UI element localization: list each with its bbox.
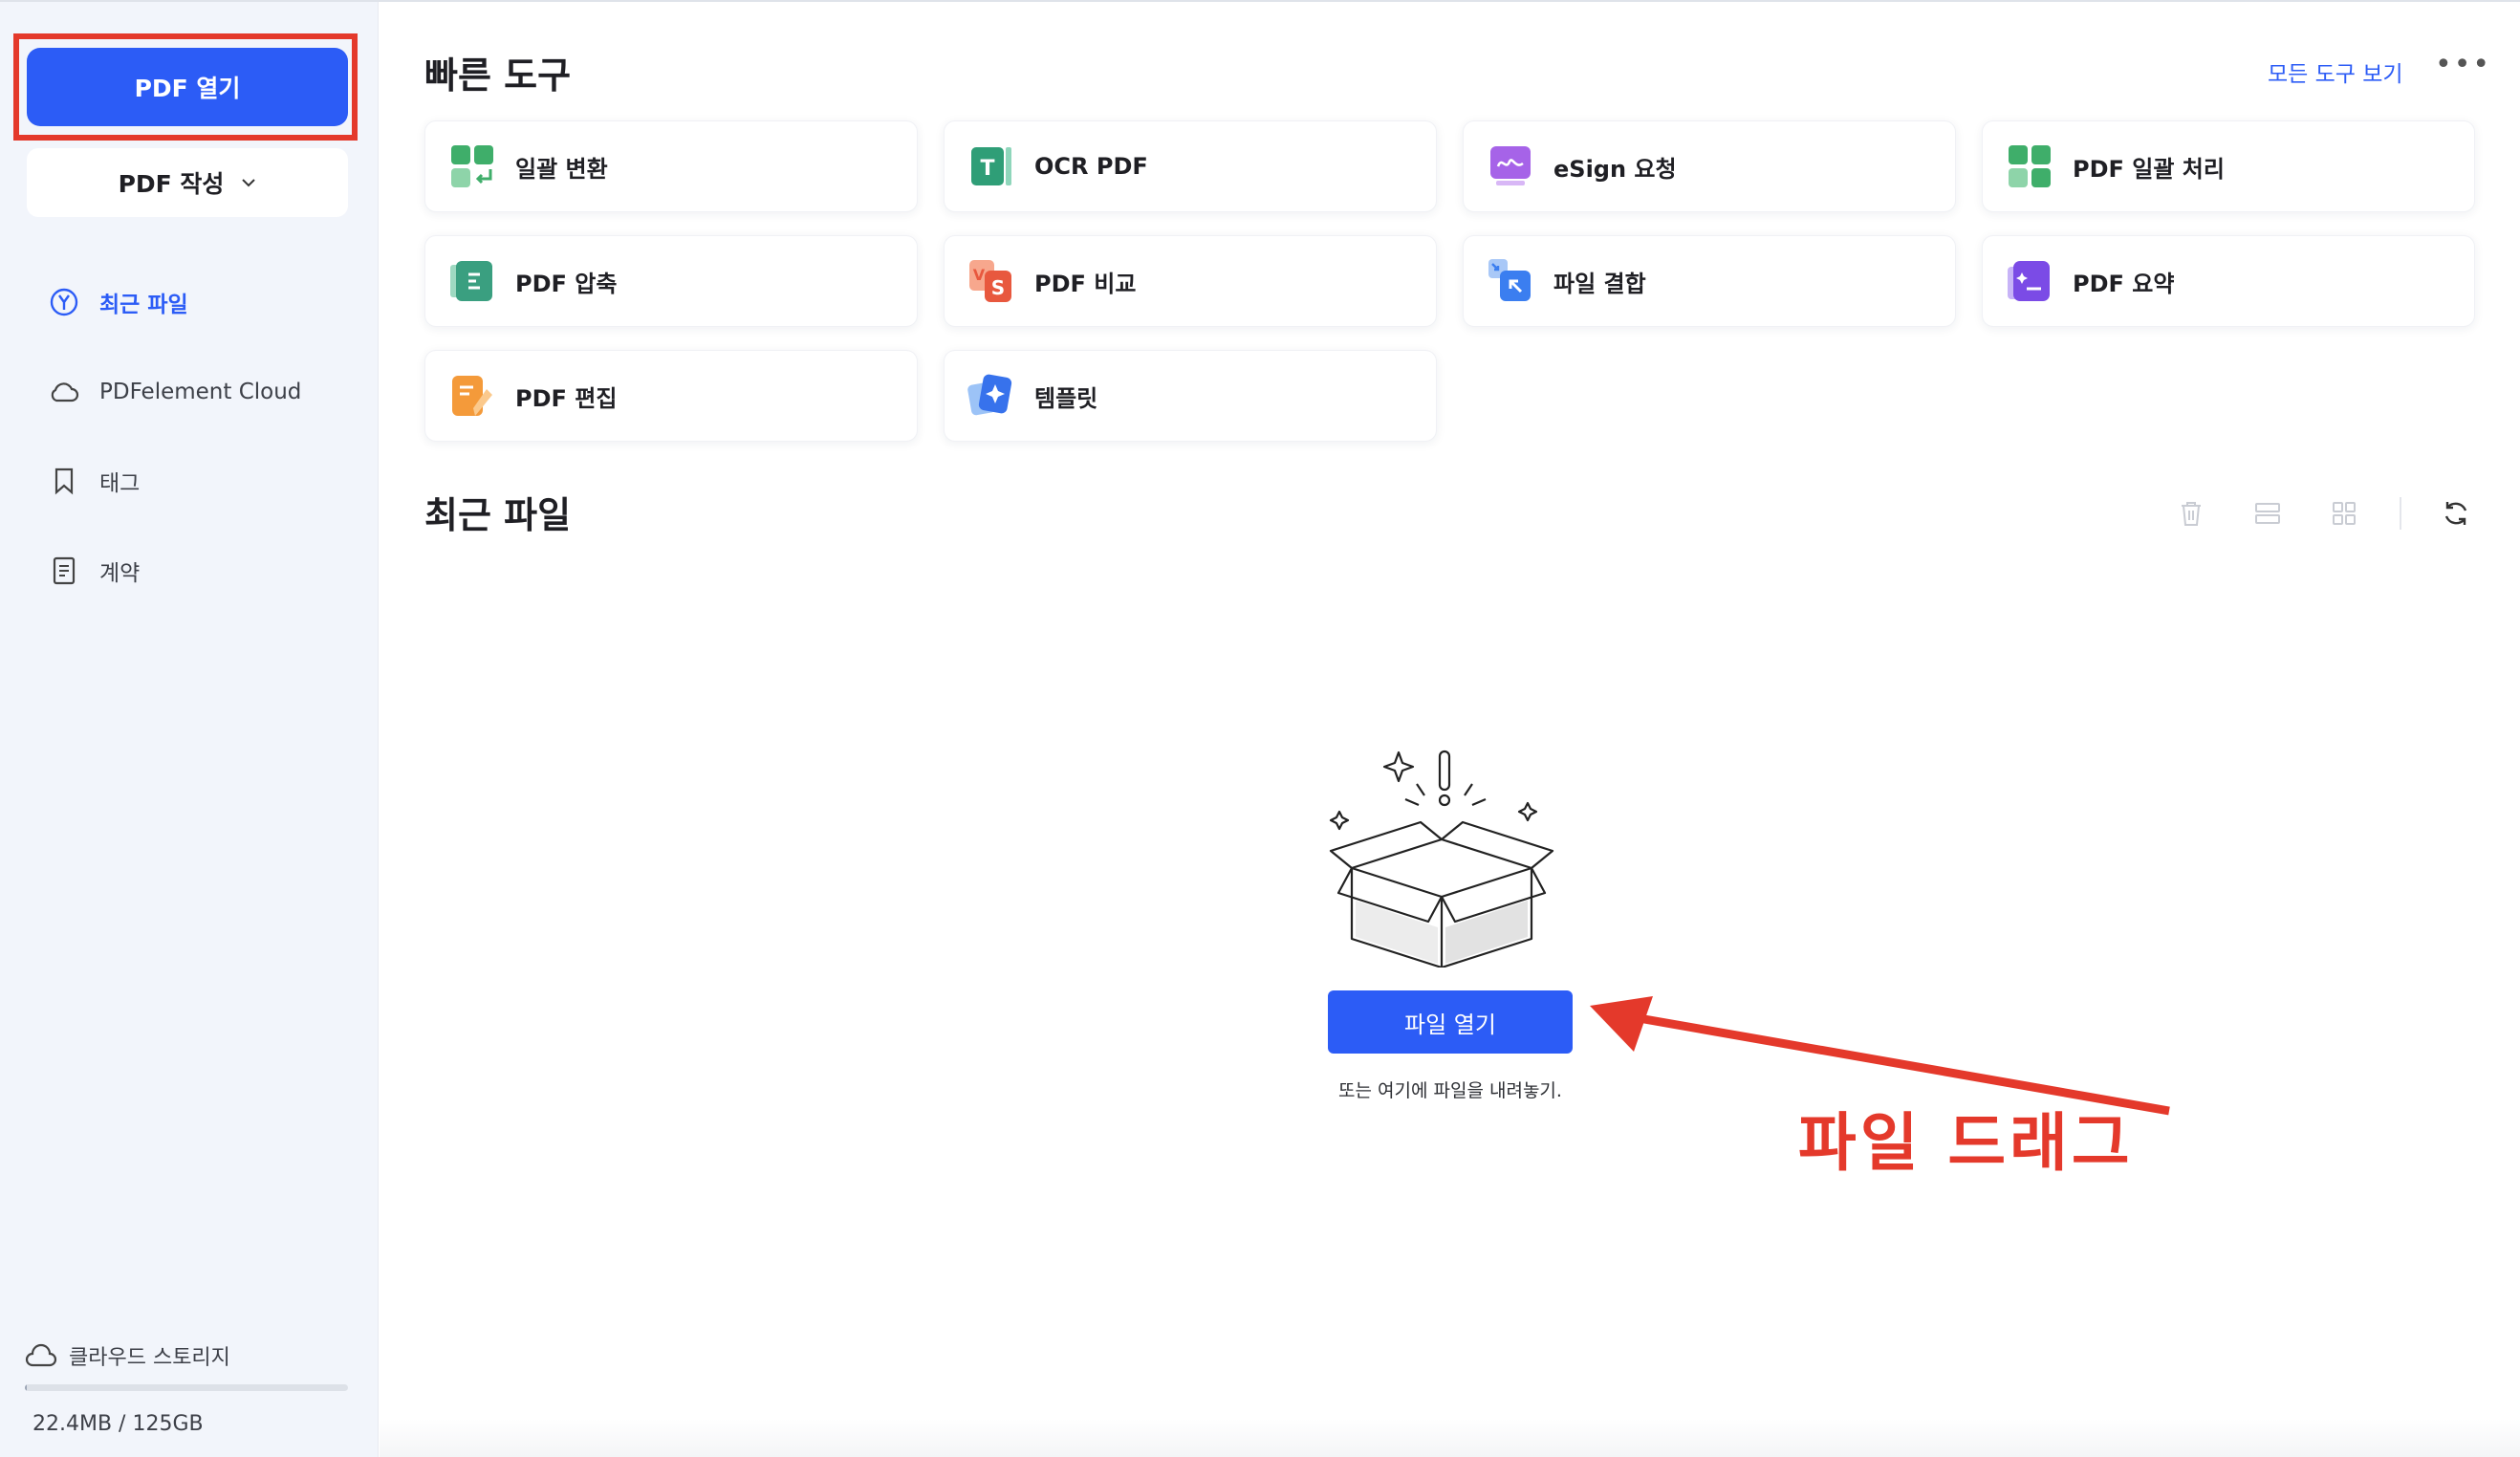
tool-ocr-pdf[interactable]: T OCR PDF (944, 120, 1437, 212)
tool-label: PDF 비교 (1034, 270, 1137, 297)
tool-label: PDF 요약 (2073, 270, 2175, 297)
tool-label: eSign 요청 (1553, 155, 1677, 183)
svg-text:T: T (980, 157, 994, 181)
toolbar-divider (2400, 497, 2401, 530)
bookmark-icon (54, 468, 74, 495)
batch-convert-icon (451, 145, 493, 187)
quick-tools-title: 빠른 도구 (424, 54, 572, 97)
summary-icon (2008, 261, 2050, 301)
sidebar-item-tags[interactable]: 태그 (48, 462, 140, 500)
cloud-icon (25, 1343, 57, 1367)
tool-label: PDF 일괄 처리 (2073, 155, 2225, 183)
tool-label: 일괄 변환 (515, 155, 608, 183)
sidebar-item-recent[interactable]: 최근 파일 (48, 283, 188, 321)
tool-compare[interactable]: V S PDF 비교 (944, 235, 1437, 327)
tool-summary[interactable]: PDF 요약 (1982, 235, 2475, 327)
open-file-label: 파일 열기 (1404, 1011, 1496, 1038)
edit-icon (452, 376, 492, 416)
trash-icon[interactable] (2175, 497, 2207, 530)
cloud-storage-panel: 클라우드 스토리지 22.4MB / 125GB (25, 1340, 350, 1436)
document-icon (53, 556, 76, 585)
open-file-button[interactable]: 파일 열기 (1328, 990, 1573, 1054)
sidebar-item-label: 계약 (99, 561, 141, 586)
combine-icon (1488, 259, 1531, 301)
chevron-down-icon (242, 179, 256, 187)
batch-process-icon (2009, 145, 2051, 187)
ocr-icon: T (971, 147, 1011, 185)
svg-text:V: V (973, 266, 986, 284)
grid-view-icon[interactable] (2328, 497, 2360, 530)
cloud-icon (51, 382, 79, 402)
more-options-icon[interactable]: ••• (2435, 48, 2491, 81)
recent-icon (50, 288, 78, 316)
open-pdf-button[interactable]: PDF 열기 (27, 48, 348, 126)
compare-icon: V S (969, 260, 1011, 302)
annotation-label: 파일 드래그 (1798, 1106, 2134, 1180)
tool-batch-convert[interactable]: 일괄 변환 (424, 120, 918, 212)
tool-label: PDF 편집 (515, 384, 618, 412)
tool-label: 파일 결합 (1553, 270, 1646, 297)
create-pdf-label: PDF 작성 (118, 170, 225, 198)
sidebar-item-label: PDFelement Cloud (99, 380, 302, 404)
list-view-icon[interactable] (2251, 497, 2284, 530)
refresh-icon[interactable] (2440, 497, 2472, 530)
storage-usage-text: 22.4MB / 125GB (33, 1412, 204, 1436)
tool-label: PDF 압축 (515, 270, 618, 297)
cloud-storage-label: 클라우드 스토리지 (69, 1346, 230, 1370)
empty-box-illustration (1329, 750, 1554, 968)
sidebar: PDF 열기 PDF 작성 최근 파일 PDFelement Cloud 태그 (0, 2, 379, 1457)
cloud-storage-title[interactable]: 클라우드 스토리지 (25, 1340, 350, 1371)
storage-usage-fill (25, 1384, 28, 1391)
compress-icon (450, 261, 492, 301)
storage-usage-bar (25, 1384, 348, 1391)
sidebar-item-contracts[interactable]: 계약 (48, 552, 140, 590)
tool-template[interactable]: 템플릿 (944, 350, 1437, 442)
open-pdf-label: PDF 열기 (134, 75, 241, 102)
tool-label: 템플릿 (1034, 384, 1098, 412)
recent-files-title: 최근 파일 (424, 494, 572, 536)
sidebar-item-label: 최근 파일 (99, 293, 188, 317)
view-all-tools-link[interactable]: 모든 도구 보기 (2268, 55, 2403, 88)
tool-combine[interactable]: 파일 결합 (1463, 235, 1956, 327)
sidebar-item-cloud[interactable]: PDFelement Cloud (48, 373, 301, 411)
drop-hint-text: 또는 여기에 파일을 내려놓기. (1338, 1080, 1562, 1101)
tool-label: OCR PDF (1034, 153, 1148, 180)
esign-icon (1490, 146, 1531, 185)
sidebar-item-label: 태그 (99, 471, 141, 496)
bottom-shade (380, 1419, 2520, 1457)
tool-compress[interactable]: PDF 압축 (424, 235, 918, 327)
main-content: 빠른 도구 모든 도구 보기 ••• 일괄 변환 T OCR PDF eSign… (380, 2, 2520, 1457)
tool-esign[interactable]: eSign 요청 (1463, 120, 1956, 212)
tool-edit-pdf[interactable]: PDF 편집 (424, 350, 918, 442)
create-pdf-dropdown[interactable]: PDF 작성 (27, 148, 348, 217)
tool-batch-process[interactable]: PDF 일괄 처리 (1982, 120, 2475, 212)
svg-text:S: S (991, 276, 1005, 299)
template-icon (967, 374, 1012, 416)
